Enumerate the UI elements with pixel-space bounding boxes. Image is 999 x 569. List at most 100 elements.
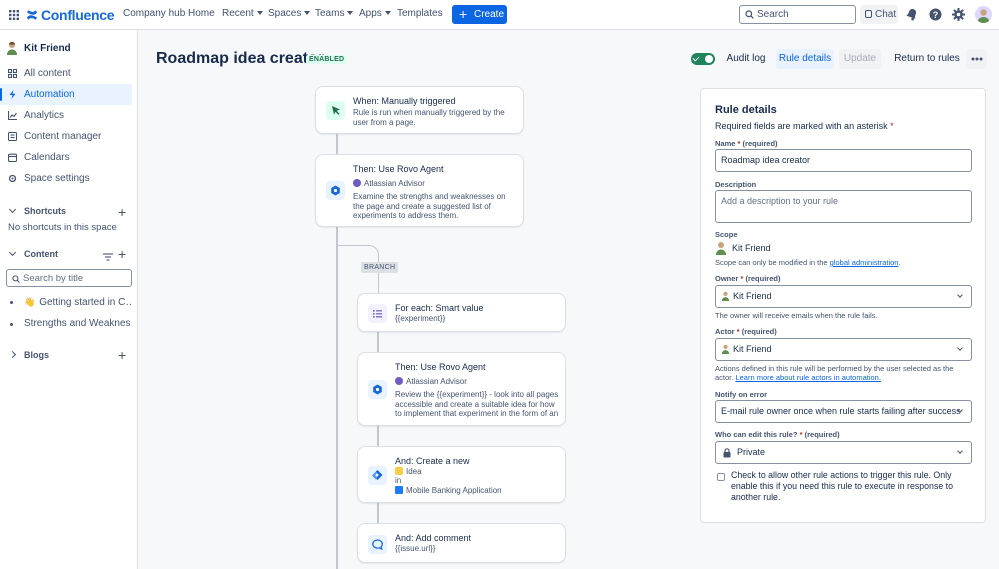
nav-company-hub[interactable]: Company hub — [123, 8, 185, 19]
chevron-down-icon — [8, 205, 17, 214]
trigger-other-rules-checkbox[interactable] — [717, 473, 725, 481]
sidebar-item-automation[interactable]: Automation — [0, 84, 132, 105]
sidebar: Kit Friend All content Automation Analyt… — [0, 30, 138, 569]
more-actions-button[interactable] — [966, 49, 987, 69]
owner-label: Owner * (required) — [715, 274, 781, 283]
notify-select[interactable]: E-mail rule owner once when rule starts … — [715, 400, 972, 423]
agent-avatar-icon — [353, 179, 361, 187]
actor-select[interactable]: Kit Friend — [715, 338, 972, 361]
idea-icon — [395, 467, 403, 475]
tree-item-getting-started[interactable]: 👋 Getting started in C… — [0, 292, 132, 312]
user-avatar-icon — [716, 242, 726, 255]
comment-icon — [368, 535, 387, 554]
notify-label: Notify on error — [715, 390, 768, 399]
chevron-down-icon — [957, 448, 963, 454]
project-icon — [395, 486, 403, 494]
rule-details-button[interactable]: Rule details — [776, 49, 834, 69]
trigger-card[interactable]: When: Manually triggered Rule is run whe… — [315, 86, 524, 134]
chart-icon — [8, 111, 17, 120]
shortcuts-section-header[interactable]: Shortcuts — [0, 203, 132, 219]
space-avatar — [6, 41, 18, 55]
confluence-logo-icon — [27, 10, 37, 20]
audit-log-button[interactable]: Audit log — [722, 49, 770, 69]
flow-connector — [377, 332, 379, 352]
search-icon — [745, 10, 754, 19]
add-content-plus-icon[interactable]: + — [118, 247, 126, 261]
create-type: Idea — [395, 467, 422, 476]
nav-apps[interactable]: Apps — [359, 8, 391, 19]
sidebar-item-content-manager[interactable]: Content manager — [0, 126, 132, 147]
content-icon — [8, 132, 17, 141]
search-by-title-input[interactable]: Search by title — [6, 269, 132, 287]
nav-home[interactable]: Home — [188, 8, 215, 19]
search-input[interactable]: Search — [739, 5, 856, 24]
create-button[interactable]: + Create — [452, 5, 507, 24]
panel-heading: Rule details — [715, 104, 777, 116]
notifications-icon[interactable] — [906, 8, 918, 24]
add-shortcut-plus-icon[interactable]: + — [118, 205, 126, 219]
chevron-down-icon — [256, 11, 263, 15]
chevron-down-icon — [304, 11, 311, 15]
add-blog-plus-icon[interactable]: + — [118, 348, 126, 362]
sidebar-item-calendars[interactable]: Calendars — [0, 147, 132, 168]
chevron-down-icon — [347, 11, 354, 15]
app-switcher-icon[interactable] — [9, 9, 19, 20]
create-project: Mobile Banking Application — [395, 486, 502, 495]
sidebar-item-analytics[interactable]: Analytics — [0, 105, 132, 126]
foreach-card[interactable]: For each: Smart value {{experiment}} — [357, 293, 566, 332]
tree-item-strengths-weaknesses[interactable]: Strengths and Weaknes… — [0, 314, 132, 334]
owner-select[interactable]: Kit Friend — [715, 285, 972, 308]
return-to-rules-button[interactable]: Return to rules — [892, 49, 962, 69]
trigger-description: Rule is run when manually triggered by t… — [353, 108, 505, 127]
owner-help: The owner will receive emails when the r… — [715, 311, 878, 320]
no-shortcuts-text: No shortcuts in this space — [8, 222, 117, 233]
space-user-name[interactable]: Kit Friend — [24, 43, 71, 54]
global-administration-link[interactable]: global administration — [830, 258, 899, 267]
flow-connector — [336, 134, 338, 154]
nav-recent[interactable]: Recent — [222, 8, 263, 19]
cursor-click-icon — [326, 101, 345, 120]
calendar-icon — [8, 153, 17, 162]
lightning-icon — [9, 90, 16, 99]
rovo-agent-action-card[interactable]: Then: Use Rovo Agent Atlassian Advisor E… — [315, 154, 524, 227]
nav-templates[interactable]: Templates — [397, 8, 443, 19]
name-field[interactable]: Roadmap idea creator — [715, 149, 972, 172]
actor-help: Actions defined in this rule will be per… — [715, 364, 954, 382]
add-comment-card[interactable]: And: Add comment {{issue.url}} — [357, 523, 566, 563]
trigger-title: When: Manually triggered — [353, 96, 456, 106]
help-icon[interactable]: ? — [929, 8, 942, 24]
description-field[interactable]: Add a description to your rule — [715, 190, 972, 223]
blogs-section-header[interactable]: Blogs — [0, 347, 132, 363]
actor-label: Actor * (required) — [715, 327, 777, 336]
scope-value: Kit Friend — [732, 243, 771, 253]
search-icon — [12, 275, 20, 283]
plus-icon: + — [459, 6, 468, 22]
flow-connector — [377, 503, 379, 523]
create-in: in — [395, 476, 402, 485]
sidebar-item-all-content[interactable]: All content — [0, 63, 132, 84]
rovo-agent-action-card-2[interactable]: Then: Use Rovo Agent Atlassian Advisor R… — [357, 352, 566, 426]
chat-button[interactable]: Chat — [860, 5, 898, 24]
page-title: Roadmap idea creator — [156, 50, 325, 67]
edit-permission-label: Who can edit this rule? * (required) — [715, 430, 840, 439]
settings-gear-icon[interactable] — [952, 8, 965, 24]
create-title: And: Create a new — [395, 456, 470, 466]
nav-teams[interactable]: Teams — [315, 8, 354, 19]
profile-avatar[interactable] — [975, 6, 992, 23]
edit-permission-select[interactable]: Private — [715, 441, 972, 464]
sidebar-item-space-settings[interactable]: Space settings — [0, 168, 132, 189]
foreach-title: For each: Smart value — [395, 303, 484, 313]
update-button[interactable]: Update — [839, 49, 881, 69]
branch-label: BRANCH — [361, 262, 399, 273]
learn-more-actors-link[interactable]: Learn more about rule actors in automati… — [735, 373, 881, 382]
scope-help: Scope can only be modified in the global… — [715, 258, 901, 267]
rule-enabled-toggle[interactable] — [691, 53, 715, 65]
list-icon — [368, 304, 387, 323]
chevron-down-icon — [384, 11, 391, 15]
name-label: Name * (required) — [715, 139, 778, 148]
filter-icon[interactable] — [103, 250, 113, 264]
comment-value: {{issue.url}} — [395, 544, 436, 553]
nav-spaces[interactable]: Spaces — [268, 8, 311, 19]
foreach-value: {{experiment}} — [395, 314, 446, 323]
create-issue-card[interactable]: And: Create a new Idea in Mobile Banking… — [357, 446, 566, 503]
